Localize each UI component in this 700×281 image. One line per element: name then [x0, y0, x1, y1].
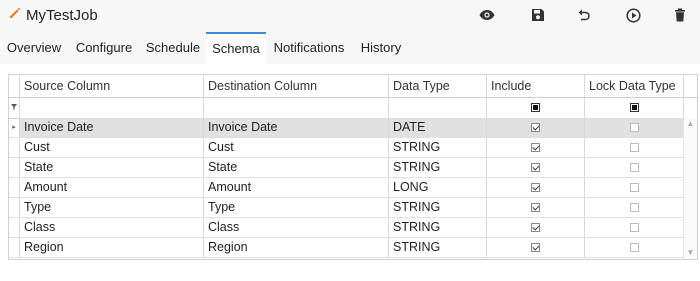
lock-all-checkbox[interactable]: [629, 103, 639, 113]
current-row-indicator: ▸: [9, 118, 20, 137]
include-cell: [487, 138, 585, 157]
lock-cell: [585, 238, 684, 257]
destination-column-cell[interactable]: Class: [204, 218, 389, 237]
title-bar: MyTestJob: [0, 0, 700, 32]
include-cell: [487, 238, 585, 257]
data-type-cell[interactable]: DATE: [389, 118, 487, 137]
trash-icon[interactable]: [669, 4, 691, 26]
row-indicator: [9, 218, 20, 237]
destination-column-cell[interactable]: Region: [204, 238, 389, 257]
column-header-destination[interactable]: Destination Column: [204, 75, 389, 97]
grid-header-row: Source Column Destination Column Data Ty…: [9, 75, 697, 98]
include-checkbox[interactable]: [531, 143, 540, 153]
lock-data-type-checkbox[interactable]: [629, 183, 639, 193]
row-indicator: [9, 178, 20, 197]
lock-data-type-checkbox[interactable]: [629, 143, 639, 153]
lock-data-type-checkbox[interactable]: [629, 123, 639, 133]
destination-column-cell[interactable]: Cust: [204, 138, 389, 157]
table-row[interactable]: State State STRING: [9, 158, 684, 178]
save-icon[interactable]: [527, 4, 549, 26]
include-cell: [487, 198, 585, 217]
filter-icon: [9, 97, 20, 118]
lock-data-type-checkbox[interactable]: [629, 243, 639, 253]
data-type-cell[interactable]: STRING: [389, 138, 487, 157]
include-checkbox[interactable]: [531, 223, 540, 233]
header-indicator-cell: [9, 75, 20, 97]
include-checkbox[interactable]: [531, 123, 540, 133]
tab-configure[interactable]: Configure: [68, 32, 140, 64]
lock-data-type-checkbox[interactable]: [629, 163, 639, 173]
tab-notifications[interactable]: Notifications: [266, 32, 352, 64]
source-column-cell[interactable]: Type: [20, 198, 204, 217]
scroll-up-icon[interactable]: ▲: [684, 118, 697, 130]
lock-cell: [585, 198, 684, 217]
destination-column-cell[interactable]: State: [204, 158, 389, 177]
destination-column-cell[interactable]: Type: [204, 198, 389, 217]
lock-data-type-checkbox[interactable]: [629, 203, 639, 213]
data-type-cell[interactable]: LONG: [389, 178, 487, 197]
vertical-scrollbar[interactable]: ▲ ▼: [683, 118, 697, 259]
column-header-source[interactable]: Source Column: [20, 75, 204, 97]
lock-data-type-checkbox[interactable]: [629, 223, 639, 233]
scroll-down-icon[interactable]: ▼: [684, 247, 697, 259]
row-indicator: [9, 198, 20, 217]
table-row[interactable]: Type Type STRING: [9, 198, 684, 218]
data-type-cell[interactable]: STRING: [389, 158, 487, 177]
tab-overview[interactable]: Overview: [0, 32, 68, 64]
schema-grid: Source Column Destination Column Data Ty…: [8, 74, 698, 260]
undo-icon[interactable]: [573, 4, 595, 26]
include-cell: [487, 218, 585, 237]
include-checkbox[interactable]: [531, 243, 540, 253]
table-row[interactable]: ▸ Invoice Date Invoice Date DATE: [9, 118, 684, 138]
include-checkbox[interactable]: [531, 163, 540, 173]
include-cell: [487, 158, 585, 177]
destination-column-cell[interactable]: Invoice Date: [204, 118, 389, 137]
column-header-include[interactable]: Include: [487, 75, 585, 97]
filter-row: [9, 97, 697, 119]
include-checkbox[interactable]: [531, 183, 540, 193]
column-header-data-type[interactable]: Data Type: [389, 75, 487, 97]
pencil-icon[interactable]: [8, 6, 22, 25]
source-column-cell[interactable]: Region: [20, 238, 204, 257]
lock-cell: [585, 178, 684, 197]
column-header-lock-data-type[interactable]: Lock Data Type: [585, 75, 684, 97]
include-cell: [487, 118, 585, 137]
job-title: MyTestJob: [26, 6, 98, 24]
play-circle-icon[interactable]: [622, 4, 644, 26]
tab-history[interactable]: History: [352, 32, 410, 64]
table-row[interactable]: Class Class STRING: [9, 218, 684, 238]
include-cell: [487, 178, 585, 197]
destination-column-cell[interactable]: Amount: [204, 178, 389, 197]
table-row[interactable]: Cust Cust STRING: [9, 138, 684, 158]
lock-cell: [585, 218, 684, 237]
lock-cell: [585, 158, 684, 177]
source-column-cell[interactable]: Class: [20, 218, 204, 237]
job-title-group: MyTestJob: [8, 5, 98, 25]
eye-icon[interactable]: [476, 4, 498, 26]
data-type-cell[interactable]: STRING: [389, 198, 487, 217]
filter-source-input[interactable]: [20, 97, 204, 118]
source-column-cell[interactable]: Invoice Date: [20, 118, 204, 137]
source-column-cell[interactable]: State: [20, 158, 204, 177]
tab-schedule[interactable]: Schedule: [140, 32, 206, 64]
tab-bar: Overview Configure Schedule Schema Notif…: [0, 32, 700, 64]
lock-cell: [585, 138, 684, 157]
row-indicator: [9, 238, 20, 257]
data-type-cell[interactable]: STRING: [389, 238, 487, 257]
data-type-cell[interactable]: STRING: [389, 218, 487, 237]
source-column-cell[interactable]: Amount: [20, 178, 204, 197]
table-row[interactable]: Region Region STRING: [9, 238, 684, 258]
include-checkbox[interactable]: [531, 203, 540, 213]
table-row[interactable]: Amount Amount LONG: [9, 178, 684, 198]
source-column-cell[interactable]: Cust: [20, 138, 204, 157]
row-indicator: [9, 138, 20, 157]
lock-cell: [585, 118, 684, 137]
filter-lock-cell: [585, 97, 684, 118]
filter-destination-input[interactable]: [204, 97, 389, 118]
include-all-checkbox[interactable]: [531, 103, 540, 113]
filter-type-input[interactable]: [389, 97, 487, 118]
filter-include-cell: [487, 97, 585, 118]
tab-schema[interactable]: Schema: [206, 32, 266, 64]
row-indicator: [9, 158, 20, 177]
